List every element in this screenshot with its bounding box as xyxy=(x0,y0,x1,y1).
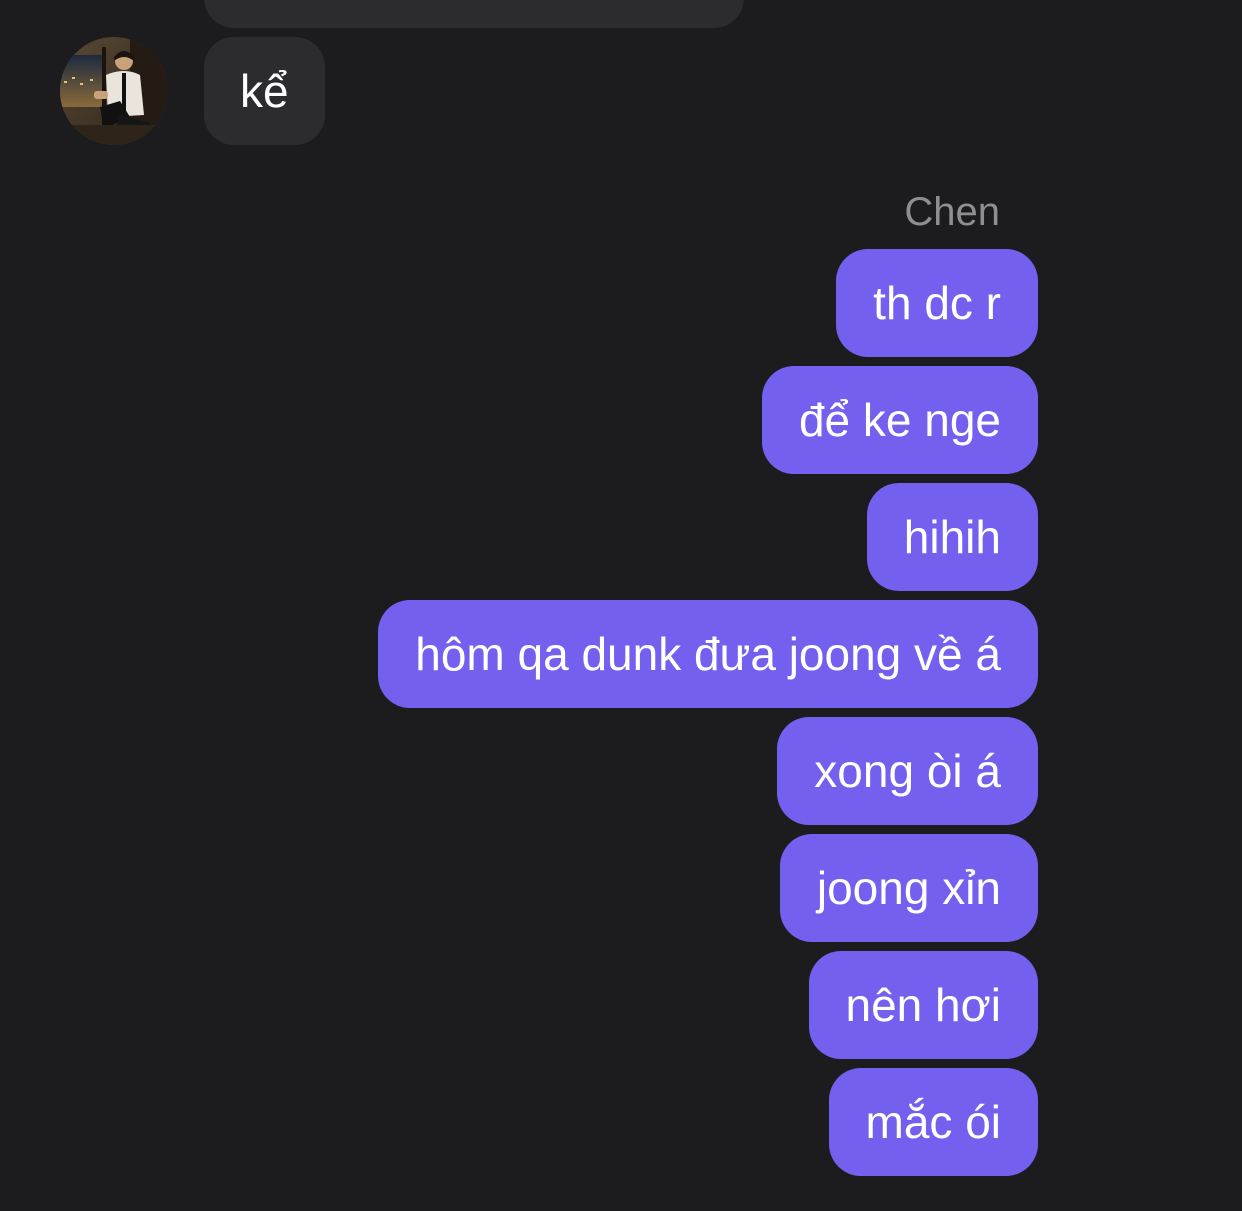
outgoing-message-bubble[interactable]: joong xỉn xyxy=(779,834,1038,942)
outgoing-message-bubble[interactable]: hôm qa dunk đưa joong về á xyxy=(378,600,1038,708)
incoming-message-bubble-partial[interactable] xyxy=(204,0,744,28)
incoming-message-bubble[interactable]: kể xyxy=(204,37,325,145)
outgoing-message-bubble[interactable]: th dc r xyxy=(836,249,1038,357)
outgoing-message-group: th dc r để ke nge hihih hôm qa dunk đưa … xyxy=(378,249,1038,1176)
outgoing-message-bubble[interactable]: xong òi á xyxy=(777,717,1038,825)
sender-name: Chen xyxy=(904,190,1000,234)
chat-area: kể Chen th dc r để ke nge hihih hôm qa d… xyxy=(0,0,1242,1211)
avatar[interactable] xyxy=(60,37,168,145)
avatar-photo xyxy=(60,37,168,145)
outgoing-message-bubble[interactable]: mắc ói xyxy=(828,1068,1038,1176)
outgoing-message-bubble[interactable]: để ke nge xyxy=(761,366,1038,474)
outgoing-message-bubble[interactable]: nên hơi xyxy=(808,951,1038,1059)
outgoing-message-bubble[interactable]: hihih xyxy=(866,483,1038,591)
